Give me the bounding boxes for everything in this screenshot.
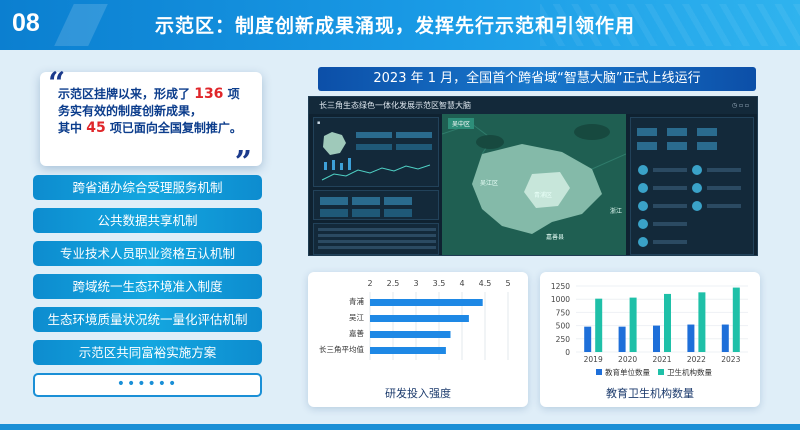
dashboard-left-mid-panel <box>313 190 439 220</box>
y-tick-label: 0 <box>565 348 570 357</box>
rd-intensity-title: 研发投入强度 <box>385 387 451 400</box>
menu-item-qualification-recognition[interactable]: 专业技术人员职业资格互认机制 <box>33 241 262 266</box>
column-bar <box>721 324 729 352</box>
summary-line3-post: 项已面向全国复制推广。 <box>109 121 242 135</box>
smart-brain-dashboard: 长三角生态绿色一体化发展示范区智慧大脑 ◷ ▫ ▫ ▪ 吴中区 吴江区 嘉善县 … <box>308 96 758 256</box>
region-map <box>442 114 626 255</box>
column-bar <box>618 326 626 352</box>
x-tick-label: 2021 <box>652 355 671 364</box>
dashboard-left-top-panel: ▪ <box>313 117 439 187</box>
stat-chip-3 <box>356 144 392 150</box>
menu-item-cross-province-service[interactable]: 跨省通办综合受理服务机制 <box>33 175 262 200</box>
summary-line1-pre: 示范区挂牌以来，形成了 <box>58 87 191 101</box>
y-tick-label: 250 <box>556 335 571 344</box>
category-label: 吴江 <box>349 313 364 322</box>
bar <box>370 347 446 354</box>
rd-intensity-chart: 2 2.5 3 3.5 4 4.5 5 青浦吴江嘉善长三角平均值 <box>319 279 511 360</box>
x-tick-label: 5 <box>505 279 510 288</box>
x-tick-label: 4 <box>459 279 464 288</box>
institutions-title: 教育卫生机构数量 <box>606 387 694 400</box>
y-tick-label: 750 <box>556 308 571 317</box>
column-bar <box>653 325 660 352</box>
x-tick-label: 2022 <box>687 355 706 364</box>
mini-bars <box>324 158 351 170</box>
map-label-qingpu: 青浦区 <box>534 192 553 199</box>
dashboard-map: 吴中区 吴江区 嘉善县 青浦区 浙江 <box>442 114 626 255</box>
left-top-panel-graphics <box>321 132 432 181</box>
y-tick-label: 500 <box>556 322 571 331</box>
menu-item-eco-access[interactable]: 跨域统一生态环境准入制度 <box>33 274 262 299</box>
y-tick-label: 1250 <box>551 282 570 291</box>
x-tick-label: 4.5 <box>479 279 492 288</box>
bar <box>370 315 469 322</box>
left-table-graphics <box>318 228 436 249</box>
institutions-chart: 0 250 500 750 1000 1250 2019 2020 2021 2022 2023 教育… <box>551 282 748 377</box>
launch-banner: 2023 年 1 月，全国首个跨省域“智慧大脑”正式上线运行 <box>318 67 756 91</box>
x-tick-label: 3 <box>413 279 418 288</box>
category-label: 青浦 <box>349 296 364 306</box>
left-mid-panel-graphics <box>320 197 412 217</box>
dashboard-clock-icon: ◷ ▫ ▫ <box>731 102 749 109</box>
summary-line3-pre: 其中 <box>58 121 83 135</box>
x-tick-label: 3.5 <box>433 279 446 288</box>
page-title: 示范区：制度创新成果涌现，发挥先行示范和引领作用 <box>155 15 636 37</box>
column-bar <box>584 326 592 352</box>
more-items-button[interactable]: •••••• <box>33 373 262 397</box>
menu-item-common-prosperity[interactable]: 示范区共同富裕实施方案 <box>33 340 262 365</box>
institutions-card: 0 250 500 750 1000 1250 2019 2020 2021 2022 2023 教育… <box>540 272 760 407</box>
promoted-count: 45 <box>86 120 106 136</box>
x-tick-label: 2 <box>367 279 372 288</box>
summary-text: 示范区挂牌以来，形成了 136 项 务实有效的制度创新成果， 其中 45 项已面… <box>58 86 258 137</box>
menu-item-eco-assessment[interactable]: 生态环境质量状况统一量化评估机制 <box>33 307 262 332</box>
x-tick-label: 2020 <box>618 355 637 364</box>
map-district-tab[interactable]: 吴中区 <box>448 118 475 129</box>
map-label-wujiang: 吴江区 <box>480 180 499 187</box>
bottom-bar <box>0 424 800 430</box>
section-number: 08 <box>12 9 40 37</box>
column-bar <box>698 292 706 352</box>
rd-intensity-card: 2 2.5 3 3.5 4 4.5 5 青浦吴江嘉善长三角平均值 研发投入强度 <box>308 272 528 407</box>
x-tick-label: 2023 <box>721 355 740 364</box>
dashboard-title: 长三角生态绿色一体化发展示范区智慧大脑 <box>309 97 757 114</box>
trend-line <box>321 164 431 181</box>
stat-chip-1 <box>356 132 392 138</box>
y-tick-label: 1000 <box>551 295 570 304</box>
column-bar <box>629 297 637 352</box>
bar <box>370 299 483 306</box>
legend-label: 教育单位数量 <box>605 367 650 377</box>
summary-quote-box: “ 示范区挂牌以来，形成了 136 项 务实有效的制度创新成果， 其中 45 项… <box>40 66 262 180</box>
summary-line2: 务实有效的制度创新成果， <box>58 104 203 118</box>
map-label-side: 浙江 <box>610 208 623 215</box>
column-bar <box>687 324 695 352</box>
legend-label: 卫生机构数量 <box>667 367 712 377</box>
column-bar <box>664 293 671 352</box>
x-tick-label: 2019 <box>584 355 603 364</box>
category-label: 长三角平均值 <box>319 344 364 354</box>
total-count: 136 <box>194 86 224 102</box>
column-bar <box>595 298 603 352</box>
summary-line1-post: 项 <box>227 87 240 101</box>
column-bar <box>732 287 740 352</box>
stat-chip-4 <box>396 144 432 150</box>
header-decoration <box>54 4 108 46</box>
menu-item-public-data-sharing[interactable]: 公共数据共享机制 <box>33 208 262 233</box>
bar <box>370 331 451 338</box>
legend-swatch <box>658 369 664 375</box>
legend-swatch <box>596 369 602 375</box>
dashboard-left-table-panel <box>313 223 439 255</box>
page-header: 08 示范区：制度创新成果涌现，发挥先行示范和引领作用 <box>0 0 800 50</box>
right-panel-graphics <box>637 128 741 247</box>
panel-header-icon: ▪ <box>317 120 321 126</box>
category-label: 嘉善 <box>349 328 364 338</box>
dashboard-right-panel <box>630 117 754 255</box>
mini-region-shape <box>323 132 346 155</box>
x-tick-label: 2.5 <box>387 279 400 288</box>
map-label-jiashan: 嘉善县 <box>546 234 565 241</box>
stat-chip-2 <box>396 132 432 138</box>
